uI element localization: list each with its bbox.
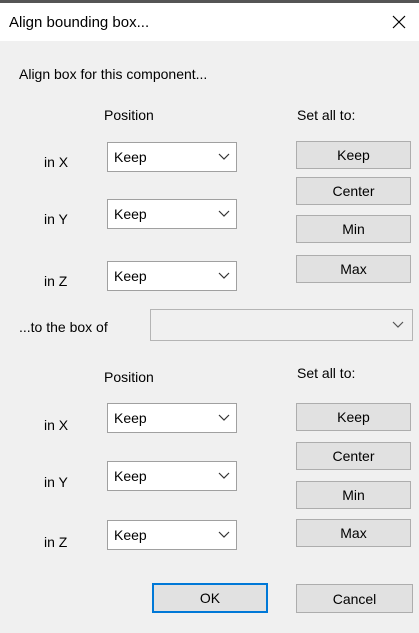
chevron-down-icon bbox=[218, 210, 230, 217]
chevron-down-icon bbox=[218, 414, 230, 421]
chevron-down-icon bbox=[218, 153, 230, 160]
select-value: Keep bbox=[114, 149, 147, 165]
align-bounding-box-dialog: Align bounding box... Align box for this… bbox=[0, 0, 419, 633]
section2-y-position-select[interactable]: Keep bbox=[107, 461, 237, 491]
select-value: Keep bbox=[114, 468, 147, 484]
select-value: Keep bbox=[114, 268, 147, 284]
dialog-title: Align bounding box... bbox=[9, 14, 150, 31]
section2-z-position-select[interactable]: Keep bbox=[107, 520, 237, 550]
select-value: Keep bbox=[114, 410, 147, 426]
target-label: ...to the box of bbox=[19, 319, 108, 335]
section2-position-label: Position bbox=[104, 369, 154, 385]
section1-z-position-select[interactable]: Keep bbox=[107, 261, 237, 291]
chevron-down-icon bbox=[218, 472, 230, 479]
section1-set-all-label: Set all to: bbox=[297, 107, 356, 123]
section2-row-label-x: in X bbox=[44, 417, 69, 433]
cancel-button[interactable]: Cancel bbox=[296, 584, 413, 613]
section1-row-label-y: in Y bbox=[44, 211, 68, 227]
target-component-combo[interactable] bbox=[150, 309, 413, 341]
section2-row-label-z: in Z bbox=[44, 534, 68, 550]
section1-set-all-min-button[interactable]: Min bbox=[296, 215, 411, 243]
section1-y-position-select[interactable]: Keep bbox=[107, 199, 237, 229]
select-value: Keep bbox=[114, 206, 147, 222]
section2-set-all-min-button[interactable]: Min bbox=[296, 481, 411, 509]
section1-x-position-select[interactable]: Keep bbox=[107, 142, 237, 172]
select-value: Keep bbox=[114, 527, 147, 543]
section2-set-all-max-button[interactable]: Max bbox=[296, 519, 411, 547]
chevron-down-icon bbox=[392, 321, 404, 328]
section1-position-label: Position bbox=[104, 107, 154, 123]
section1-set-all-max-button[interactable]: Max bbox=[296, 255, 411, 283]
title-bar: Align bounding box... bbox=[0, 3, 419, 41]
section1-heading: Align box for this component... bbox=[19, 66, 208, 82]
section2-set-all-label: Set all to: bbox=[297, 365, 356, 381]
close-button[interactable] bbox=[385, 9, 413, 35]
section1-set-all-keep-button[interactable]: Keep bbox=[296, 141, 411, 169]
chevron-down-icon bbox=[218, 531, 230, 538]
ok-button[interactable]: OK bbox=[152, 583, 268, 613]
section2-set-all-keep-button[interactable]: Keep bbox=[296, 403, 411, 431]
section1-row-label-z: in Z bbox=[44, 273, 68, 289]
section1-set-all-center-button[interactable]: Center bbox=[296, 177, 411, 205]
section2-x-position-select[interactable]: Keep bbox=[107, 403, 237, 433]
section2-set-all-center-button[interactable]: Center bbox=[296, 442, 411, 470]
section2-row-label-y: in Y bbox=[44, 474, 68, 490]
chevron-down-icon bbox=[218, 272, 230, 279]
section1-row-label-x: in X bbox=[44, 154, 69, 170]
close-icon bbox=[392, 15, 406, 29]
